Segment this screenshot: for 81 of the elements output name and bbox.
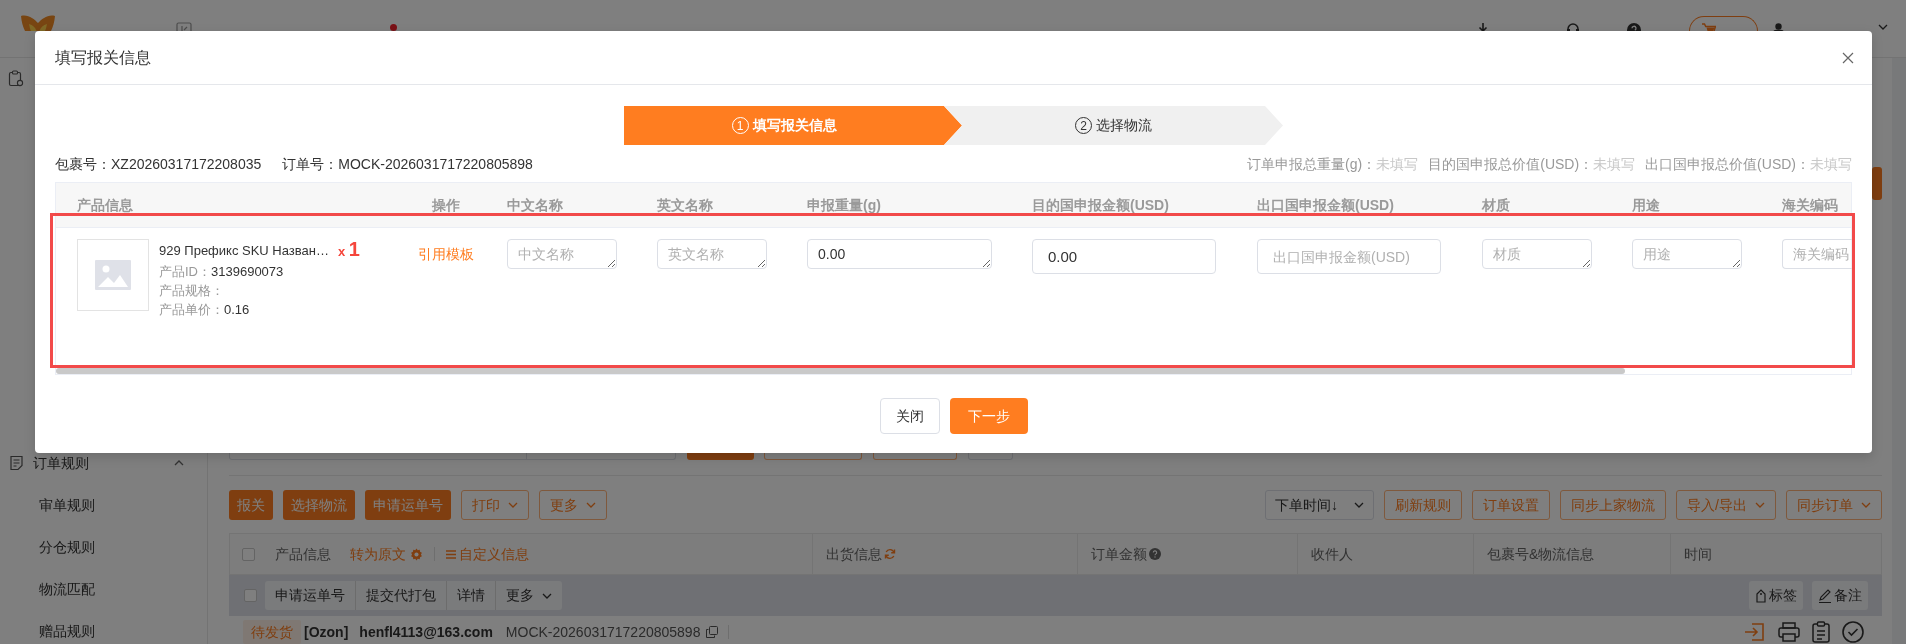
column-header: 目的国申报金额(USD)	[1032, 195, 1169, 215]
list-icon	[446, 549, 456, 559]
chevron-down-icon[interactable]	[1878, 24, 1888, 30]
gear-icon	[410, 547, 423, 561]
group-action-button[interactable]: 申请运单号	[265, 581, 356, 610]
sidebar-item[interactable]: 赠品规则	[0, 610, 207, 644]
pen-icon	[1818, 588, 1832, 603]
template-link[interactable]: 引用模板	[418, 244, 474, 264]
next-button[interactable]: 下一步	[949, 398, 1028, 434]
chevron-down-icon	[1354, 502, 1365, 508]
chevron-down-icon	[542, 592, 552, 599]
close-icon[interactable]	[1842, 51, 1854, 64]
scrollbar-thumb[interactable]	[56, 368, 1625, 374]
document-icon	[9, 455, 24, 471]
column-header: 出货信息	[826, 544, 882, 564]
product-detail: 产品单价：0.16	[159, 301, 251, 319]
sort-select[interactable]: 下单时间↓	[1265, 490, 1375, 520]
chevron-down-icon	[508, 502, 518, 508]
dialog-title: 填写报关信息	[55, 47, 151, 68]
column-header: 材质	[1482, 195, 1510, 215]
column-header: 操作	[432, 195, 460, 215]
column-header: 申报重量(g)	[807, 195, 881, 215]
step-label: 填写报关信息	[752, 116, 837, 135]
column-header: 包裹号&物流信息	[1487, 544, 1595, 564]
order-number: MOCK-2026031717220805898	[505, 622, 701, 642]
text-area-field[interactable]: 0.00	[807, 239, 992, 269]
column-header: 订单金额	[1091, 544, 1147, 564]
sidebar-item[interactable]: 分仓规则	[0, 526, 207, 568]
column-header: 中文名称	[507, 195, 563, 215]
sidebar-item[interactable]: 订单规则	[0, 442, 207, 484]
dropdown-button[interactable]: 更多	[496, 581, 562, 610]
group-action-button[interactable]: 详情	[447, 581, 496, 610]
input-field[interactable]: 出口国申报金额(USD)	[1257, 239, 1441, 274]
download-icon[interactable]	[1477, 23, 1489, 31]
column-header: 产品信息	[275, 544, 331, 564]
status-tag: 待发货	[243, 620, 301, 644]
copy-icon[interactable]	[706, 626, 719, 638]
cart-icon	[1702, 23, 1716, 31]
user-icon[interactable]	[1773, 23, 1784, 31]
order-number: 订单号：MOCK-2026031717220805898	[282, 154, 533, 174]
tag-button[interactable]: 标签	[1749, 581, 1803, 610]
sidebar-item[interactable]: 物流匹配	[0, 568, 207, 610]
product-name: 929 Префикс SKU Назван…	[159, 241, 329, 260]
chevron-down-icon	[586, 502, 596, 508]
note-button[interactable]: 备注	[1812, 581, 1868, 610]
column-header: 用途	[1632, 195, 1660, 215]
step-label: 选择物流	[1096, 116, 1152, 135]
checkbox[interactable]	[242, 547, 255, 561]
help-icon	[1149, 548, 1161, 560]
chevron-down-icon	[1755, 502, 1765, 508]
clipboard-icon	[8, 70, 24, 87]
checkbox[interactable]	[244, 589, 257, 602]
text-area-field[interactable]: 中文名称	[507, 239, 617, 269]
printer-icon[interactable]	[1778, 622, 1800, 642]
column-header: 收件人	[1311, 544, 1353, 564]
column-header: 英文名称	[657, 195, 713, 215]
platform-label: [Ozon]	[304, 622, 349, 642]
sidebar-item[interactable]: 审单规则	[0, 484, 207, 526]
chevron-down-icon	[1861, 502, 1871, 508]
input-field[interactable]: 0.00	[1032, 239, 1216, 274]
buyer-email: henfl4113@163.com	[359, 622, 493, 642]
logo-icon	[18, 15, 58, 31]
product-detail: 产品规格：	[159, 282, 225, 300]
image-icon	[95, 260, 131, 290]
help-icon[interactable]	[1627, 23, 1641, 31]
column-header: 产品信息	[77, 195, 133, 215]
column-header: 出口国申报金额(USD)	[1257, 195, 1394, 215]
expand-toggle-icon[interactable]	[174, 460, 184, 466]
quantity: x 1	[337, 239, 360, 262]
column-header: 时间	[1684, 544, 1712, 564]
text-area-field[interactable]: 英文名称	[657, 239, 767, 269]
product-detail: 产品ID：3139690073	[159, 263, 285, 281]
package-number: 包裹号：XZ20260317172208035	[55, 154, 262, 174]
column-header: 海关编码	[1782, 195, 1838, 215]
close-button[interactable]: 关闭	[879, 398, 940, 434]
text-area-field[interactable]: 材质	[1482, 239, 1592, 269]
tag-icon	[1755, 588, 1767, 603]
clipboard-icon[interactable]	[1812, 621, 1830, 643]
check-circle-icon[interactable]	[1842, 621, 1864, 643]
group-action-button[interactable]: 提交代打包	[356, 581, 447, 610]
text-area-field[interactable]: 用途	[1632, 239, 1742, 269]
